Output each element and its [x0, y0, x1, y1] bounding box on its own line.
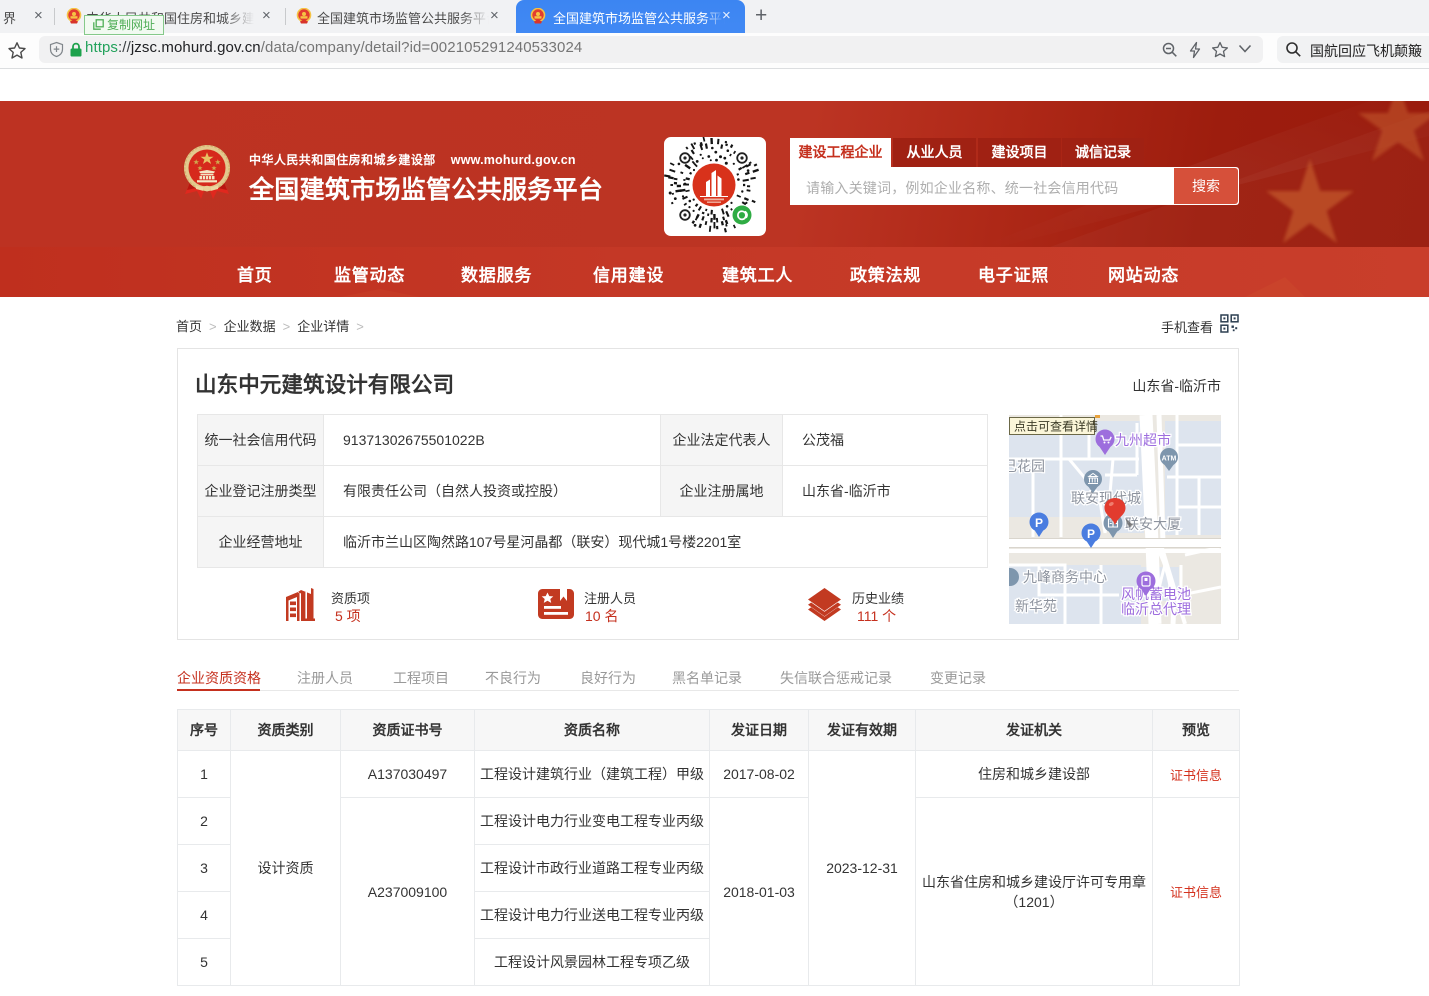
svg-text:新华苑: 新华苑: [1015, 598, 1057, 614]
svg-text:P: P: [1035, 516, 1043, 530]
svg-text:ATM: ATM: [1162, 456, 1177, 463]
svg-text:九州超市: 九州超市: [1115, 432, 1171, 448]
svg-text:点击可查看详情: 点击可查看详情: [1014, 419, 1098, 434]
svg-text:己花园: 己花园: [1009, 458, 1045, 474]
svg-text:临沂总代理: 临沂总代理: [1121, 601, 1191, 617]
svg-text:联安大厦: 联安大厦: [1125, 516, 1181, 532]
svg-text:九峰商务中心: 九峰商务中心: [1023, 569, 1107, 585]
svg-text:风帆蓄电池: 风帆蓄电池: [1121, 586, 1191, 602]
svg-text:P: P: [1087, 527, 1095, 541]
